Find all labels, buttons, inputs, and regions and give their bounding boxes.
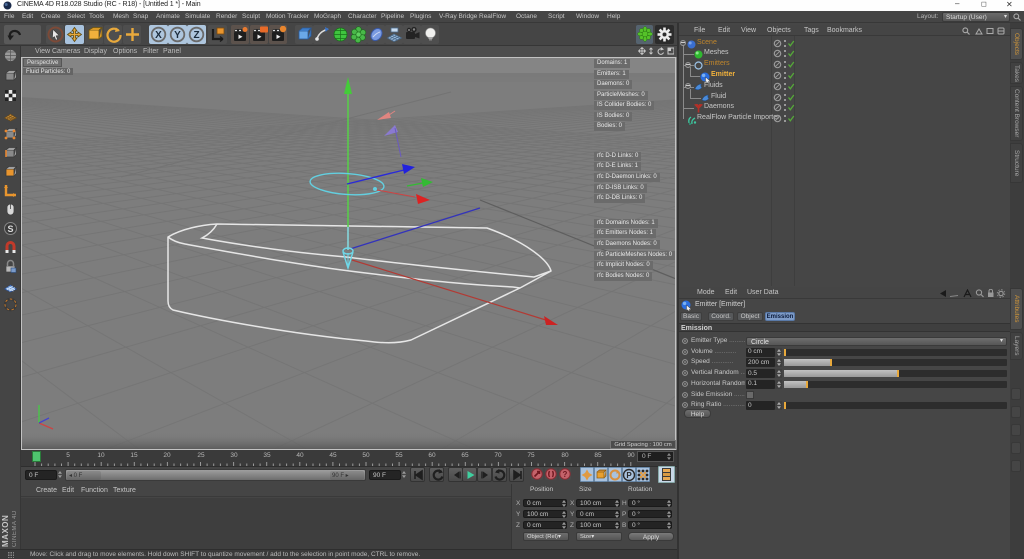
svg-text:S: S — [7, 224, 13, 234]
svg-text:X: X — [155, 30, 162, 41]
svg-text:Y: Y — [174, 30, 181, 41]
svg-text:P: P — [626, 471, 632, 480]
svg-text:?: ? — [563, 470, 568, 479]
svg-text:Z: Z — [193, 30, 199, 41]
